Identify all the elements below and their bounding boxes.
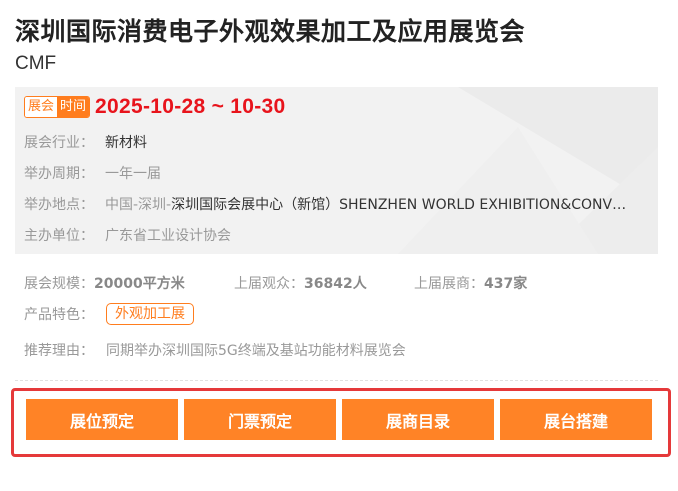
reason-value: 同期举办深圳国际5G终端及基站功能材料展览会	[106, 343, 406, 359]
feature-label: 产品特色：	[24, 307, 94, 323]
scale-stat: 展会规模：20000平方米	[24, 273, 234, 293]
exhibitor-catalog-button[interactable]: 展商目录	[342, 399, 494, 440]
page-title: 深圳国际消费电子外观效果加工及应用展览会	[15, 17, 526, 46]
time-tag-right: 时间	[57, 97, 90, 117]
date-row: 展会 时间 2025-10-28 ~ 10-30	[24, 95, 286, 119]
organizer-row: 主办单位： 广东省工业设计协会	[24, 225, 231, 245]
exhibitors-stat: 上届展商：437家	[414, 273, 527, 293]
divider	[15, 380, 658, 381]
industry-row: 展会行业： 新材料	[24, 132, 147, 152]
visitors-value: 36842人	[304, 276, 367, 292]
cycle-label: 举办周期：	[24, 166, 94, 182]
location-prefix: 中国-深圳-	[105, 197, 172, 213]
scale-label: 展会规模：	[24, 276, 94, 292]
reason-row: 推荐理由： 同期举办深圳国际5G终端及基站功能材料展览会	[24, 340, 406, 360]
industry-value: 新材料	[105, 135, 147, 151]
feature-chip[interactable]: 外观加工展	[106, 303, 194, 325]
location-value: 深圳国际会展中心（新馆）SHENZHEN WORLD EXHIBITION&CO…	[171, 197, 626, 213]
visitors-stat: 上届观众：36842人	[234, 273, 414, 293]
booth-construction-button[interactable]: 展台搭建	[500, 399, 652, 440]
background-decoration	[398, 87, 658, 254]
location-label: 举办地点：	[24, 197, 94, 213]
stats-row: 展会规模：20000平方米 上届观众：36842人 上届展商：437家	[24, 273, 527, 293]
exhibitors-label: 上届展商：	[414, 276, 484, 292]
location-row: 举办地点： 中国-深圳- 深圳国际会展中心（新馆）SHENZHEN WORLD …	[24, 194, 626, 214]
exhibitors-value: 437家	[484, 276, 528, 292]
organizer-value: 广东省工业设计协会	[105, 228, 231, 244]
reason-label: 推荐理由：	[24, 343, 94, 359]
ticket-booking-button[interactable]: 门票预定	[184, 399, 336, 440]
booth-booking-button[interactable]: 展位预定	[26, 399, 178, 440]
scale-value: 20000平方米	[94, 276, 185, 292]
time-tag: 展会 时间	[24, 96, 91, 118]
time-tag-left: 展会	[25, 97, 58, 117]
info-panel: 展会 时间 2025-10-28 ~ 10-30 展会行业： 新材料 举办周期：…	[15, 87, 658, 254]
organizer-label: 主办单位：	[24, 228, 94, 244]
cycle-row: 举办周期： 一年一届	[24, 163, 161, 183]
page-subtitle: CMF	[15, 53, 57, 74]
cycle-value: 一年一届	[105, 166, 161, 182]
feature-row: 产品特色： 外观加工展	[24, 303, 194, 325]
industry-label: 展会行业：	[24, 135, 94, 151]
expo-date: 2025-10-28 ~ 10-30	[95, 95, 286, 118]
visitors-label: 上届观众：	[234, 276, 304, 292]
